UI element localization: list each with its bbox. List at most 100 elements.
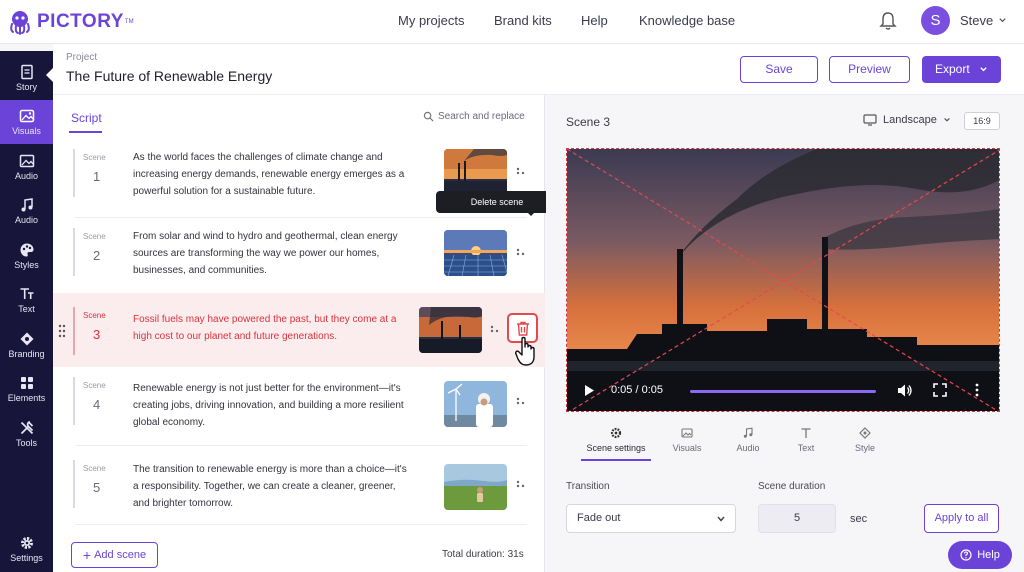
sidebar-item-audio[interactable]: Audio (0, 189, 53, 233)
scene-row-4[interactable]: Scene 4 Renewable energy is not just bet… (53, 367, 545, 446)
scene-label: Scene (83, 153, 106, 162)
scene-thumbnail[interactable] (444, 464, 507, 510)
aspect-ratio-badge[interactable]: 16:9 (964, 112, 1000, 130)
search-label: Search and replace (438, 111, 525, 122)
help-button[interactable]: Help (948, 541, 1012, 569)
scene-text[interactable]: As the world faces the challenges of cli… (133, 149, 408, 200)
tab-style[interactable]: Style (830, 427, 900, 453)
tab-script[interactable]: Script (71, 111, 102, 125)
text-icon (20, 288, 33, 299)
more-options-icon[interactable] (975, 383, 979, 397)
tab-label: Text (797, 443, 815, 453)
orientation-select[interactable]: Landscape (863, 114, 957, 126)
scene-text[interactable]: Renewable energy is not just better for … (133, 380, 408, 431)
story-icon (20, 64, 33, 80)
sidebar-item-label: Elements (7, 393, 46, 403)
avatar[interactable]: S (921, 6, 950, 35)
scene-thumbnail[interactable] (444, 149, 507, 195)
elements-icon (20, 377, 33, 389)
sidebar-item-label: Branding (8, 349, 45, 359)
scene-thumbnail[interactable] (419, 307, 482, 353)
nav-my-projects[interactable]: My projects (398, 13, 464, 28)
active-tab-underline (581, 459, 651, 461)
video-player[interactable]: 0:05 / 0:05 (566, 148, 1000, 412)
sidebar-item-audio-image[interactable]: Audio (0, 145, 53, 189)
video-progress-bar[interactable] (690, 390, 876, 393)
brand-name: PICTORY (37, 11, 124, 32)
add-scene-button[interactable]: + Add scene (71, 542, 158, 568)
scene-number: 3 (93, 327, 101, 342)
music-icon (21, 198, 33, 212)
scene-thumbnail[interactable] (444, 381, 507, 427)
tab-scene-settings[interactable]: Scene settings (581, 427, 651, 453)
sidebar-item-label: Story (15, 82, 37, 92)
script-panel: Script Search and replace Scene 1 As the… (53, 95, 545, 572)
scene-thumbnail[interactable] (444, 230, 507, 276)
help-label: Help (977, 549, 1000, 561)
pictory-logo[interactable]: PICTORY TM (6, 8, 134, 36)
save-button[interactable]: Save (740, 56, 818, 83)
visuals-icon (19, 109, 34, 123)
volume-icon[interactable] (897, 383, 913, 398)
sidebar-item-tools[interactable]: Tools (0, 412, 53, 456)
text-icon (801, 428, 811, 438)
scene-number: 1 (93, 169, 101, 184)
export-label: Export (934, 62, 970, 76)
user-name[interactable]: Steve (960, 13, 993, 28)
scene-label: Scene (83, 464, 106, 473)
sidebar-item-settings[interactable]: Settings (0, 527, 53, 571)
scene-label: Scene (83, 311, 106, 320)
sidebar-item-branding[interactable]: Branding (0, 323, 53, 367)
gear-icon (20, 537, 33, 549)
tooltip-arrow (526, 211, 536, 216)
sidebar-item-label: Settings (10, 553, 43, 563)
preview-panel: Scene 3 Landscape 16:9 0:05 / 0:05 Scene… (546, 95, 1024, 572)
project-label: Project (66, 52, 98, 63)
sidebar-item-styles[interactable]: Styles (0, 234, 53, 278)
total-duration: Total duration: 31s (442, 549, 524, 560)
bell-icon[interactable] (879, 11, 897, 31)
transition-select[interactable]: Fade out (566, 504, 736, 533)
transition-label: Transition (566, 481, 610, 492)
sidebar-item-visuals[interactable]: Visuals (0, 100, 53, 144)
tab-underline (69, 131, 102, 133)
nav-brand-kits[interactable]: Brand kits (494, 13, 552, 28)
image-icon (19, 154, 34, 168)
row-divider (75, 524, 527, 525)
tab-visuals[interactable]: Visuals (652, 427, 722, 453)
drag-handle-icon[interactable] (58, 324, 66, 338)
scene-options-icon[interactable] (515, 167, 527, 177)
apply-to-all-button[interactable]: Apply to all (924, 504, 999, 533)
scene-text[interactable]: The transition to renewable energy is mo… (133, 461, 408, 512)
project-title[interactable]: The Future of Renewable Energy (66, 68, 272, 84)
scene-options-icon[interactable] (515, 248, 527, 258)
scene-duration-input[interactable]: 5 (758, 504, 836, 533)
monitor-icon (863, 114, 877, 126)
preview-button[interactable]: Preview (829, 56, 910, 83)
scene-text[interactable]: Fossil fuels may have powered the past, … (133, 311, 408, 345)
play-icon[interactable] (584, 384, 595, 397)
project-header: Project The Future of Renewable Energy S… (53, 44, 1024, 95)
tab-label: Scene settings (586, 443, 646, 453)
scene-row-3[interactable]: Scene 3 Fossil fuels may have powered th… (53, 293, 545, 367)
scene-options-icon[interactable] (515, 397, 527, 407)
nav-help[interactable]: Help (581, 13, 608, 28)
sidebar-item-text[interactable]: Text (0, 278, 53, 322)
chevron-down-icon[interactable] (998, 16, 1007, 25)
scene-duration-label: Scene duration (758, 481, 826, 492)
sidebar-item-elements[interactable]: Elements (0, 367, 53, 411)
trash-icon (517, 321, 529, 336)
scene-options-icon[interactable] (489, 325, 501, 335)
top-bar: PICTORY TM My projects Brand kits Help K… (0, 0, 1024, 44)
scene-number-block: Scene 2 (73, 228, 113, 276)
scene-row-2[interactable]: Scene 2 From solar and wind to hydro and… (53, 218, 545, 297)
fullscreen-icon[interactable] (933, 383, 947, 397)
nav-knowledge-base[interactable]: Knowledge base (639, 13, 735, 28)
scene-text[interactable]: From solar and wind to hydro and geother… (133, 228, 408, 279)
scene-options-icon[interactable] (515, 480, 527, 490)
search-and-replace[interactable]: Search and replace (423, 111, 525, 122)
export-button[interactable]: Export (922, 56, 1001, 83)
hand-cursor-icon (515, 336, 535, 366)
octopus-logo-icon (10, 11, 30, 35)
scene-row-5[interactable]: Scene 5 The transition to renewable ener… (53, 446, 545, 525)
